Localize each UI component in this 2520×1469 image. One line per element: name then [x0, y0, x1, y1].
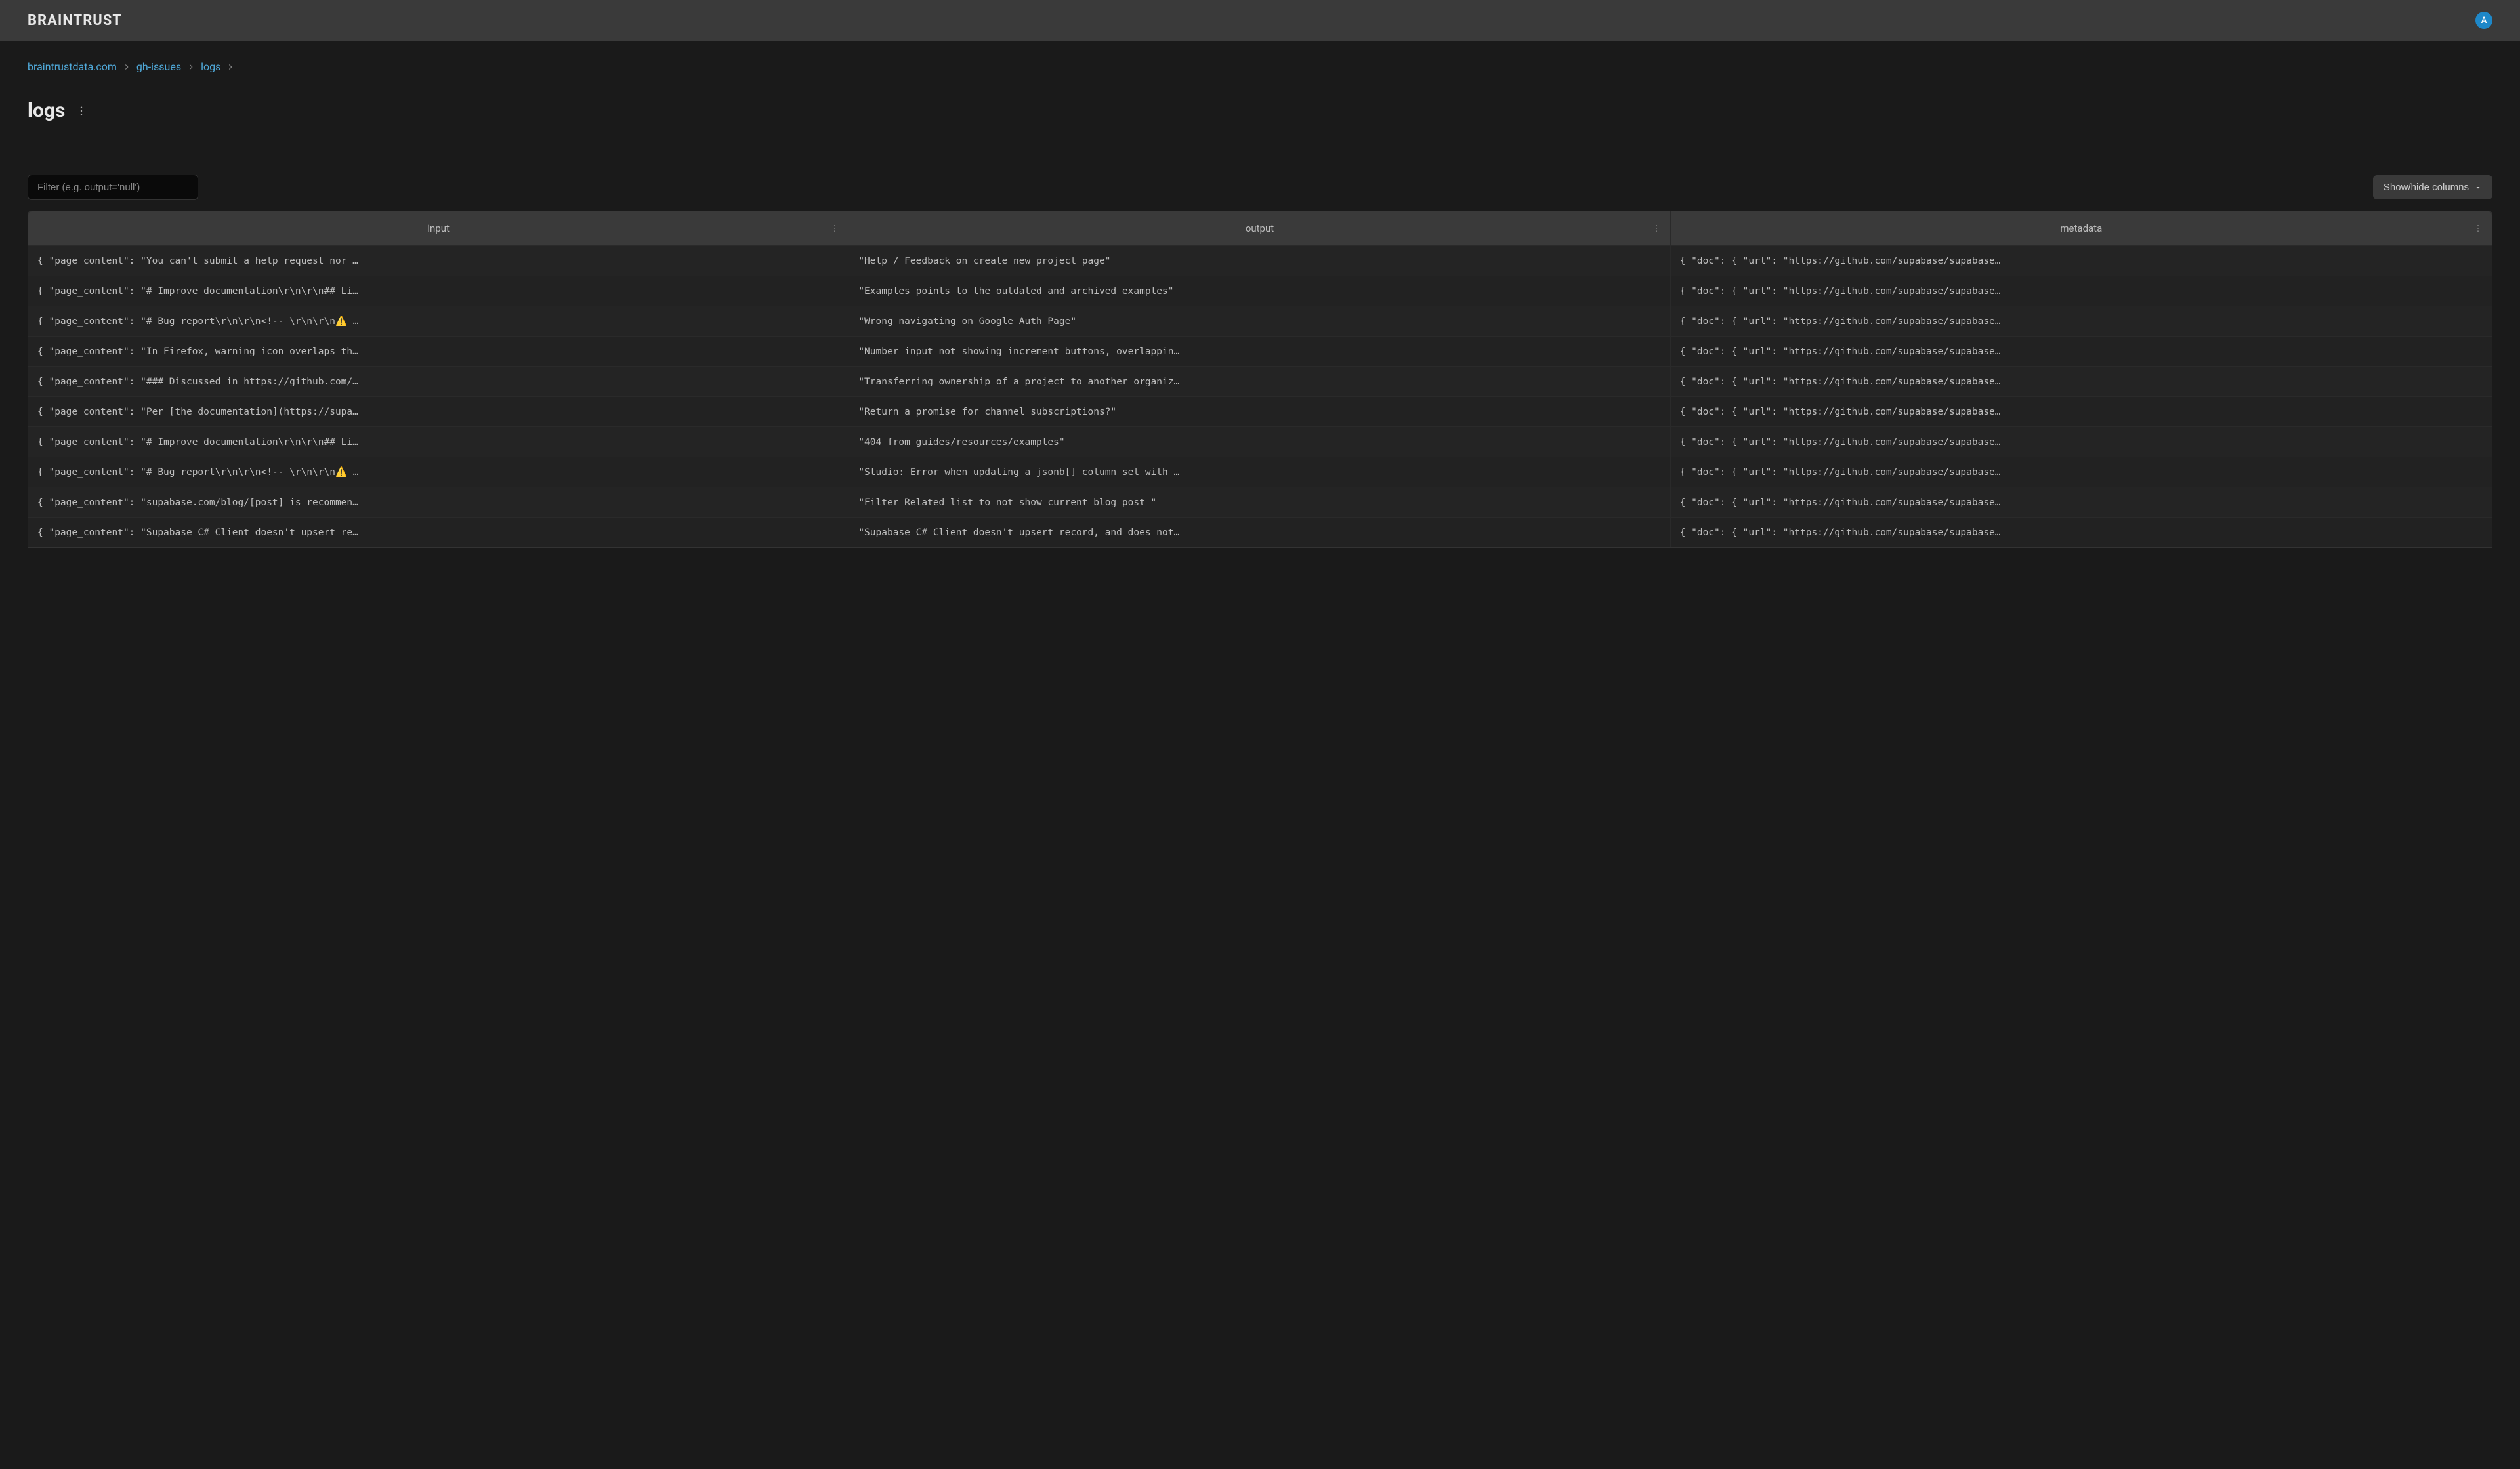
cell-metadata[interactable]: { "doc": { "url": "https://github.com/su…	[1671, 457, 2492, 487]
table-row[interactable]: { "page_content": "# Bug report\r\n\r\n<…	[28, 306, 2492, 336]
cell-metadata[interactable]: { "doc": { "url": "https://github.com/su…	[1671, 306, 2492, 336]
breadcrumb-item-project[interactable]: gh-issues	[136, 60, 181, 73]
column-header-input[interactable]: input	[28, 211, 849, 245]
page-title-row: logs	[28, 99, 2492, 122]
caret-down-icon	[2474, 184, 2482, 192]
column-header-metadata[interactable]: metadata	[1671, 211, 2492, 245]
chevron-right-icon	[226, 62, 235, 72]
cell-input[interactable]: { "page_content": "# Improve documentati…	[28, 276, 849, 306]
breadcrumb-item-page[interactable]: logs	[201, 60, 220, 73]
table-row[interactable]: { "page_content": "# Bug report\r\n\r\n<…	[28, 457, 2492, 487]
cell-output[interactable]: "Help / Feedback on create new project p…	[849, 246, 1670, 276]
brand-logo[interactable]: BRAINTRUST	[28, 12, 122, 29]
cell-output[interactable]: "Filter Related list to not show current…	[849, 487, 1670, 517]
controls-row: Show/hide columns	[28, 175, 2492, 200]
app-header: BRAINTRUST A	[0, 0, 2520, 41]
chevron-right-icon	[186, 62, 196, 72]
columns-button-label: Show/hide columns	[2384, 182, 2469, 193]
table-row[interactable]: { "page_content": "Supabase C# Client do…	[28, 517, 2492, 547]
cell-output[interactable]: "Wrong navigating on Google Auth Page"	[849, 306, 1670, 336]
table-body: { "page_content": "You can't submit a he…	[28, 245, 2492, 547]
cell-metadata[interactable]: { "doc": { "url": "https://github.com/su…	[1671, 397, 2492, 426]
cell-input[interactable]: { "page_content": "In Firefox, warning i…	[28, 337, 849, 366]
table-row[interactable]: { "page_content": "Per [the documentatio…	[28, 396, 2492, 426]
cell-input[interactable]: { "page_content": "# Improve documentati…	[28, 427, 849, 457]
cell-input[interactable]: { "page_content": "### Discussed in http…	[28, 367, 849, 396]
cell-input[interactable]: { "page_content": "# Bug report\r\n\r\n<…	[28, 306, 849, 336]
cell-input[interactable]: { "page_content": "# Bug report\r\n\r\n<…	[28, 457, 849, 487]
table-row[interactable]: { "page_content": "supabase.com/blog/[po…	[28, 487, 2492, 517]
cell-metadata[interactable]: { "doc": { "url": "https://github.com/su…	[1671, 518, 2492, 547]
breadcrumb-item-org[interactable]: braintrustdata.com	[28, 60, 117, 73]
table-row[interactable]: { "page_content": "### Discussed in http…	[28, 366, 2492, 396]
cell-output[interactable]: "Transferring ownership of a project to …	[849, 367, 1670, 396]
table-header-row: input output metadata	[28, 211, 2492, 245]
filter-input[interactable]	[28, 175, 198, 200]
table-row[interactable]: { "page_content": "# Improve documentati…	[28, 276, 2492, 306]
cell-metadata[interactable]: { "doc": { "url": "https://github.com/su…	[1671, 276, 2492, 306]
cell-input[interactable]: { "page_content": "supabase.com/blog/[po…	[28, 487, 849, 517]
page-title: logs	[28, 99, 65, 122]
cell-input[interactable]: { "page_content": "Supabase C# Client do…	[28, 518, 849, 547]
cell-output[interactable]: "Supabase C# Client doesn't upsert recor…	[849, 518, 1670, 547]
cell-metadata[interactable]: { "doc": { "url": "https://github.com/su…	[1671, 337, 2492, 366]
cell-output[interactable]: "Studio: Error when updating a jsonb[] c…	[849, 457, 1670, 487]
cell-metadata[interactable]: { "doc": { "url": "https://github.com/su…	[1671, 427, 2492, 457]
cell-metadata[interactable]: { "doc": { "url": "https://github.com/su…	[1671, 487, 2492, 517]
cell-output[interactable]: "Examples points to the outdated and arc…	[849, 276, 1670, 306]
avatar[interactable]: A	[2475, 12, 2492, 29]
logs-table: input output metadata { "page_content": …	[28, 211, 2492, 548]
column-header-label: input	[427, 222, 450, 234]
cell-metadata[interactable]: { "doc": { "url": "https://github.com/su…	[1671, 367, 2492, 396]
chevron-right-icon	[122, 62, 131, 72]
page-menu-kebab-icon[interactable]	[75, 105, 87, 117]
cell-input[interactable]: { "page_content": "You can't submit a he…	[28, 246, 849, 276]
cell-output[interactable]: "Return a promise for channel subscripti…	[849, 397, 1670, 426]
cell-metadata[interactable]: { "doc": { "url": "https://github.com/su…	[1671, 246, 2492, 276]
cell-output[interactable]: "Number input not showing increment butt…	[849, 337, 1670, 366]
column-header-label: output	[1246, 222, 1274, 234]
column-menu-kebab-icon[interactable]	[2473, 224, 2483, 233]
column-header-output[interactable]: output	[849, 211, 1670, 245]
cell-output[interactable]: "404 from guides/resources/examples"	[849, 427, 1670, 457]
cell-input[interactable]: { "page_content": "Per [the documentatio…	[28, 397, 849, 426]
table-row[interactable]: { "page_content": "In Firefox, warning i…	[28, 336, 2492, 366]
table-row[interactable]: { "page_content": "# Improve documentati…	[28, 426, 2492, 457]
column-menu-kebab-icon[interactable]	[1652, 224, 1661, 233]
show-hide-columns-button[interactable]: Show/hide columns	[2373, 175, 2492, 199]
column-menu-kebab-icon[interactable]	[830, 224, 839, 233]
table-row[interactable]: { "page_content": "You can't submit a he…	[28, 245, 2492, 276]
breadcrumb: braintrustdata.com gh-issues logs	[28, 60, 2492, 73]
column-header-label: metadata	[2060, 222, 2102, 234]
